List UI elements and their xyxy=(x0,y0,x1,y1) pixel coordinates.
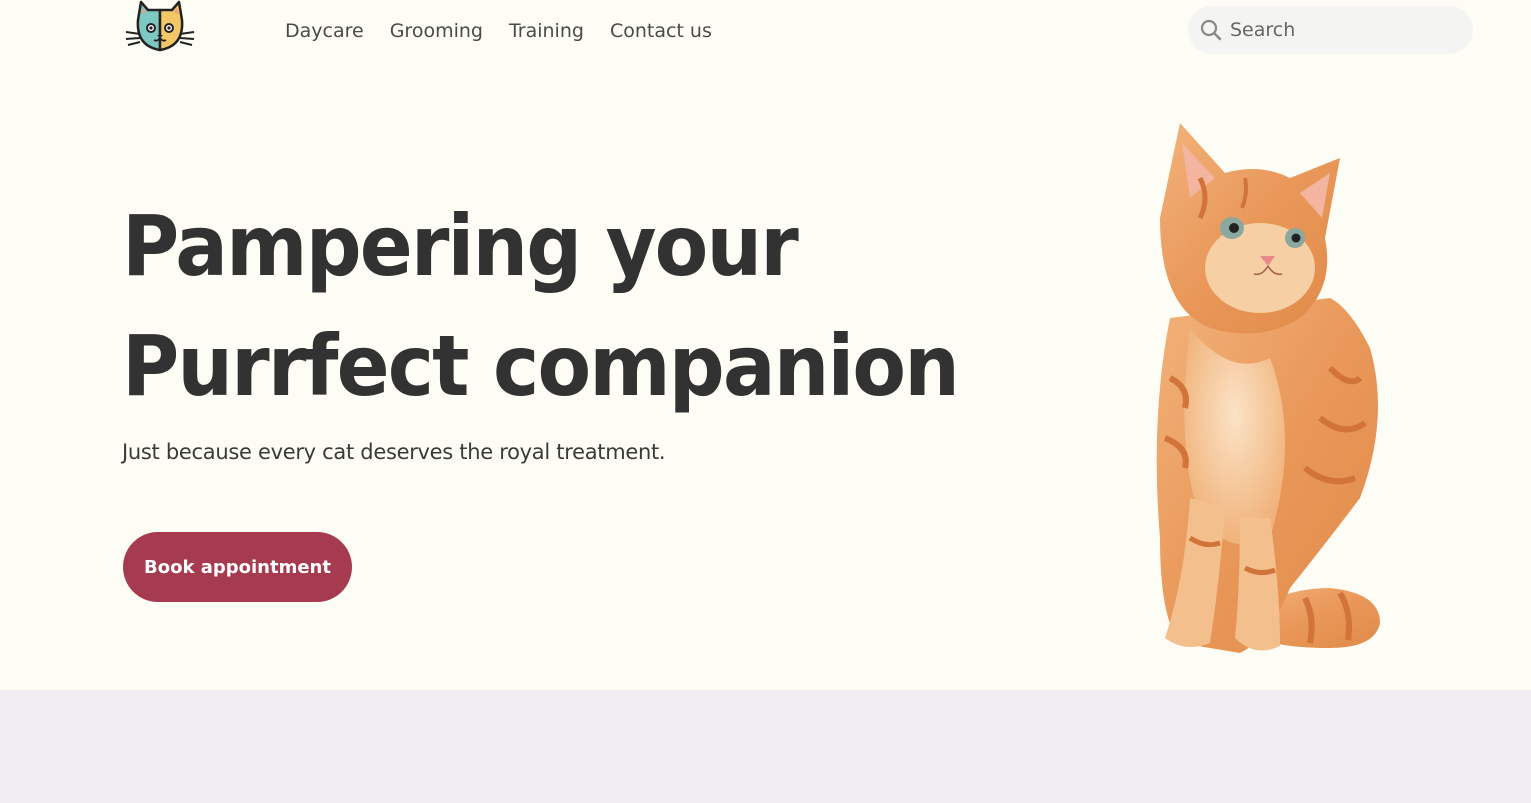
nav-item-contact-us[interactable]: Contact us xyxy=(610,18,712,44)
footer-band xyxy=(0,690,1531,803)
navbar: Daycare Grooming Training Contact us xyxy=(0,0,1531,64)
hero-subtitle: Just because every cat deserves the roya… xyxy=(122,440,666,464)
nav-item-daycare[interactable]: Daycare xyxy=(285,18,364,44)
search-input[interactable] xyxy=(1228,18,1462,42)
hero-title-line-1: Pampering your xyxy=(122,197,799,295)
search-box[interactable] xyxy=(1188,6,1473,54)
hero-title-line-2: Purrfect companion xyxy=(122,317,960,415)
main-nav: Daycare Grooming Training Contact us xyxy=(285,18,738,44)
nav-item-grooming[interactable]: Grooming xyxy=(390,18,483,44)
search-icon xyxy=(1200,19,1222,41)
cat-logo-icon[interactable] xyxy=(124,0,196,56)
nav-item-training[interactable]: Training xyxy=(509,18,584,44)
hero-title: Pampering your Purrfect companion xyxy=(122,186,960,426)
orange-kitten-image xyxy=(1130,118,1400,666)
book-appointment-button[interactable]: Book appointment xyxy=(123,532,352,602)
